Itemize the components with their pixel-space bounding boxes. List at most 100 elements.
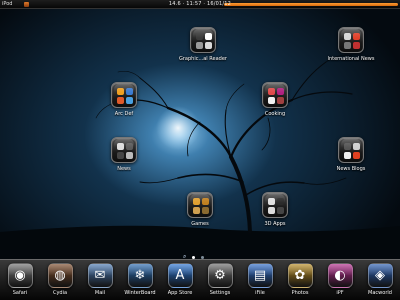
app-glyph: ◈ <box>375 268 385 283</box>
app-thumbnail <box>344 143 351 150</box>
ipf-icon: ◐ <box>327 263 353 288</box>
app-thumbnail <box>353 152 360 159</box>
folder-icon <box>187 192 213 218</box>
app-thumbnail <box>277 198 284 205</box>
folder-graphical-reader[interactable]: Graphic...al Reader <box>173 27 233 62</box>
app-thumbnail <box>277 207 284 214</box>
dock-label: WinterBoard <box>124 290 156 296</box>
winterboard-icon: ❄ <box>127 263 153 288</box>
folder-label: News <box>117 166 131 172</box>
dock-label: Mail <box>94 290 106 296</box>
app-glyph: ✿ <box>294 268 306 283</box>
dock-app-macworld[interactable]: ◈ Macworld <box>360 263 400 296</box>
ifile-icon: ▤ <box>247 263 273 288</box>
folder-arc-def[interactable]: Arc Def <box>94 82 154 117</box>
dock-app-cydia[interactable]: ◍ Cydia <box>40 263 80 296</box>
dock-app-photos[interactable]: ✿ Photos <box>280 263 320 296</box>
app-thumbnail <box>268 88 275 95</box>
app-glyph: ◍ <box>54 268 66 283</box>
folder-icon <box>338 137 364 163</box>
app-glyph: ❄ <box>134 268 146 283</box>
dock-label: App Store <box>167 290 193 296</box>
dock-label: Cydia <box>52 290 68 296</box>
app-thumbnail <box>126 143 133 150</box>
dock-label: Photos <box>291 290 309 296</box>
app-glyph: ✉ <box>94 268 106 283</box>
folder-games[interactable]: Games <box>170 192 230 227</box>
status-bar: iPod 14.6 · 11:57 · 16/01/12 <box>0 0 400 9</box>
app-glyph: ▤ <box>253 268 267 283</box>
app-thumbnail <box>353 143 360 150</box>
app-glyph: ◐ <box>334 268 346 283</box>
app-thumbnail <box>193 207 200 214</box>
dock-label: Safari <box>12 290 28 296</box>
dock-app-app-store[interactable]: A App Store <box>160 263 200 296</box>
mail-icon: ✉ <box>87 263 113 288</box>
dock-app-safari[interactable]: ◉ Safari <box>0 263 40 296</box>
folder-icon <box>262 82 288 108</box>
app-thumbnail <box>202 207 209 214</box>
macworld-icon: ◈ <box>367 263 393 288</box>
folder-news-blogs[interactable]: News Blogs <box>321 137 381 172</box>
app-thumbnail <box>196 42 203 49</box>
wifi-icon <box>24 2 29 7</box>
folder-label: News Blogs <box>336 166 366 172</box>
app-thumbnail <box>193 198 200 205</box>
dock-label: Settings <box>209 290 231 296</box>
app-glyph: ⚙ <box>214 268 226 283</box>
app-glyph: ◉ <box>14 268 26 283</box>
app-thumbnail <box>126 152 133 159</box>
app-thumbnail <box>202 198 209 205</box>
folder-news[interactable]: News <box>94 137 154 172</box>
app-thumbnail <box>277 88 284 95</box>
status-info: 14.6 · 11:57 · 16/01/12 <box>168 1 232 7</box>
app-thumbnail <box>353 33 360 40</box>
app-thumbnail <box>117 88 124 95</box>
dock-app-ipf[interactable]: ◐ iPF <box>320 263 360 296</box>
folder-icon <box>338 27 364 53</box>
folder-label: Arc Def <box>114 111 134 117</box>
folder-icon <box>262 192 288 218</box>
dock-label: iPF <box>336 290 344 296</box>
app-thumbnail <box>196 33 203 40</box>
photos-icon: ✿ <box>287 263 313 288</box>
dock-app-settings[interactable]: ⚙ Settings <box>200 263 240 296</box>
app-thumbnail <box>344 152 351 159</box>
carrier-name: iPod <box>2 1 13 7</box>
app-thumbnail <box>205 42 212 49</box>
app-thumbnail <box>353 42 360 49</box>
app-thumbnail <box>126 88 133 95</box>
dock-app-mail[interactable]: ✉ Mail <box>80 263 120 296</box>
app-thumbnail <box>268 97 275 104</box>
folder-label: International News <box>327 56 375 62</box>
app-thumbnail <box>117 97 124 104</box>
safari-icon: ◉ <box>7 263 33 288</box>
folder-icon <box>111 137 137 163</box>
dock-label: iFile <box>255 290 265 296</box>
cydia-icon: ◍ <box>47 263 73 288</box>
app-thumbnail <box>117 143 124 150</box>
app-thumbnail <box>344 33 351 40</box>
folder-label: Games <box>191 221 209 227</box>
folder-icon <box>111 82 137 108</box>
app-thumbnail <box>277 97 284 104</box>
app-thumbnail <box>126 97 133 104</box>
dock: ◉ Safari ◍ Cydia ✉ Mail ❄ WinterBoard A … <box>0 259 400 300</box>
settings-icon: ⚙ <box>207 263 233 288</box>
dock-label: Macworld <box>368 290 392 296</box>
folder-3d-apps[interactable]: 3D Apps <box>245 192 305 227</box>
app-thumbnail <box>344 42 351 49</box>
app-glyph: A <box>175 268 185 283</box>
folder-cooking[interactable]: Cooking <box>245 82 305 117</box>
dock-app-winterboard[interactable]: ❄ WinterBoard <box>120 263 160 296</box>
folder-icon <box>190 27 216 53</box>
app-thumbnail <box>268 207 275 214</box>
app-thumbnail <box>205 33 212 40</box>
app-store-icon: A <box>167 263 193 288</box>
app-thumbnail <box>268 198 275 205</box>
app-thumbnail <box>117 152 124 159</box>
folder-label: Graphic...al Reader <box>179 56 227 62</box>
dock-app-ifile[interactable]: ▤ iFile <box>240 263 280 296</box>
folder-international-news[interactable]: International News <box>321 27 381 62</box>
folder-label: 3D Apps <box>264 221 286 227</box>
